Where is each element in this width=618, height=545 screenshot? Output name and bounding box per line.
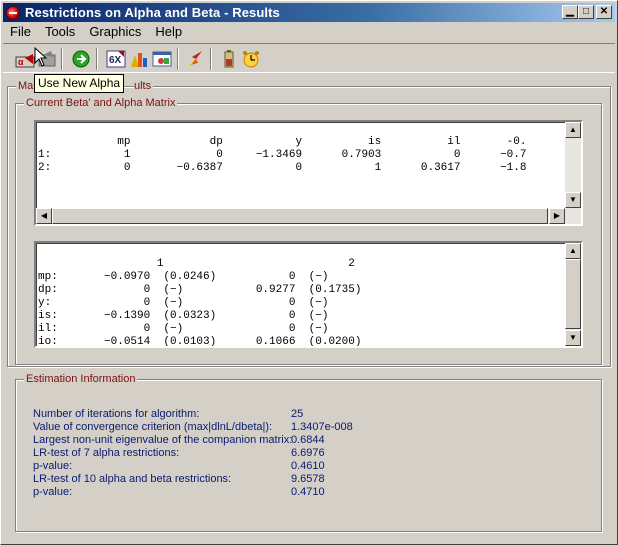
app-icon[interactable] — [6, 5, 20, 20]
alpha-row: io: −0.0514 (0.0103) 0.1066 (0.0200) — [38, 336, 362, 348]
mouse-cursor-icon — [34, 47, 48, 67]
beta-matrix-table: mp dp y is il -0. 1: 1 0 −1.3469 0.7903 0… — [38, 136, 526, 175]
beta-header-row: mp dp y is il -0. — [38, 136, 527, 148]
estimation-value: 6.6976 — [291, 447, 325, 459]
go-icon[interactable] — [71, 49, 91, 69]
estimation-group: Estimation Information Number of iterati… — [15, 373, 602, 532]
estimation-label: Largest non-unit eigenvalue of the compa… — [33, 434, 293, 446]
plot-window-icon[interactable] — [152, 49, 172, 69]
toolbar-separator — [210, 48, 212, 70]
scroll-right-icon[interactable]: ▶ — [549, 208, 565, 224]
estimation-list: Number of iterations for algorithm: 25 Val… — [33, 408, 593, 528]
scroll-thumb[interactable] — [565, 259, 581, 329]
alpha-row: is: −0.1390 (0.0323) 0 (−) — [38, 310, 329, 322]
scroll-down-icon[interactable]: ▼ — [565, 192, 581, 208]
menu-tools[interactable]: Tools — [38, 23, 82, 42]
estimation-value: 1.3407e-008 — [291, 421, 353, 433]
svg-text:α: α — [18, 57, 24, 67]
toolbar-separator — [96, 48, 98, 70]
alpha-row: mp: −0.0970 (0.0246) 0 (−) — [38, 271, 329, 283]
rocket-icon[interactable] — [186, 49, 206, 69]
alpha-row: y: 0 (−) 0 (−) — [38, 297, 329, 309]
tooltip: Use New Alpha — [34, 74, 125, 93]
beta-horizontal-scrollbar[interactable]: ◀ ▶ — [36, 208, 565, 224]
battery-icon[interactable] — [219, 49, 239, 69]
estimation-label: Value of convergence criterion (max|dlnL… — [33, 421, 273, 433]
window-title: Restrictions on Alpha and Beta - Results — [25, 5, 280, 20]
alpha-open-icon[interactable]: α — [15, 49, 35, 69]
estimation-row: Value of convergence criterion (max|dlnL… — [33, 421, 353, 433]
beta-row: 1: 1 0 −1.3469 0.7903 0 −0.7 — [38, 149, 527, 161]
toolbar: α 6X — [3, 43, 615, 73]
estimation-label: p-value: — [33, 460, 73, 472]
beta-vertical-scrollbar[interactable]: ▲ ▼ — [565, 122, 581, 224]
scroll-left-icon[interactable]: ◀ — [36, 208, 52, 224]
estimation-row: p-value: 0.4610 — [33, 460, 325, 472]
scroll-thumb[interactable] — [52, 208, 548, 224]
alpha-row: dp: 0 (−) 0.9277 (0.1735) — [38, 284, 362, 296]
estimation-value: 0.4710 — [291, 486, 325, 498]
alarm-clock-icon[interactable] — [241, 49, 261, 69]
estimation-value: 0.6844 — [291, 434, 325, 446]
results-group-label-suffix: ults — [134, 80, 154, 92]
alpha-matrix-table: 1 2 mp: −0.0970 (0.0246) 0 (−) dp: 0 (−) 0… — [38, 258, 362, 348]
estimation-label: LR-test of 10 alpha and beta restriction… — [33, 473, 232, 485]
menu-graphics[interactable]: Graphics — [82, 23, 148, 42]
scroll-up-icon[interactable]: ▲ — [565, 243, 581, 259]
results-window: Restrictions on Alpha and Beta - Results… — [0, 0, 618, 545]
menu-file[interactable]: File — [3, 23, 38, 42]
menu-help[interactable]: Help — [148, 23, 189, 42]
estimation-group-label: Estimation Information — [24, 373, 138, 385]
results-group-label-prefix: Ma — [16, 80, 36, 92]
estimation-row: Number of iterations for algorithm: 25 — [33, 408, 303, 420]
estimation-row: p-value: 0.4710 — [33, 486, 325, 498]
beta-matrix-panel[interactable]: mp dp y is il -0. 1: 1 0 −1.3469 0.7903 0… — [34, 120, 583, 226]
window-controls: ▁ □ ✕ — [562, 5, 612, 19]
alpha-vertical-scrollbar[interactable]: ▲ ▼ — [565, 243, 581, 346]
title-bar[interactable]: Restrictions on Alpha and Beta - Results… — [3, 3, 615, 22]
menu-bar: File Tools Graphics Help — [3, 23, 189, 42]
estimation-row: LR-test of 10 alpha and beta restriction… — [33, 473, 325, 485]
estimation-row: Largest non-unit eigenvalue of the compa… — [33, 434, 325, 446]
svg-text:6X: 6X — [109, 55, 122, 66]
scroll-up-icon[interactable]: ▲ — [565, 122, 581, 138]
beta-row: 2: 0 −0.6387 0 1 0.3617 −1.8 — [38, 162, 527, 174]
alpha-matrix-panel[interactable]: 1 2 mp: −0.0970 (0.0246) 0 (−) dp: 0 (−) 0… — [34, 241, 583, 348]
minimize-button[interactable]: ▁ — [562, 5, 578, 19]
estimation-value: 0.4610 — [291, 460, 325, 472]
estimation-value: 25 — [291, 408, 304, 420]
bar-chart-icon[interactable] — [129, 49, 149, 69]
matrix-group-label: Current Beta' and Alpha Matrix — [24, 97, 178, 109]
six-x-icon[interactable]: 6X — [106, 49, 126, 69]
estimation-label: Number of iterations for algorithm: — [33, 408, 200, 420]
estimation-label: LR-test of 7 alpha restrictions: — [33, 447, 180, 459]
alpha-header-row: 1 2 — [38, 258, 355, 270]
scroll-down-icon[interactable]: ▼ — [565, 330, 581, 346]
estimation-value: 9.6578 — [291, 473, 325, 485]
close-button[interactable]: ✕ — [596, 5, 612, 19]
toolbar-separator — [177, 48, 179, 70]
estimation-label: p-value: — [33, 486, 73, 498]
estimation-row: LR-test of 7 alpha restrictions: 6.6976 — [33, 447, 325, 459]
toolbar-separator — [61, 48, 63, 70]
alpha-row: il: 0 (−) 0 (−) — [38, 323, 329, 335]
maximize-button[interactable]: □ — [578, 5, 594, 19]
